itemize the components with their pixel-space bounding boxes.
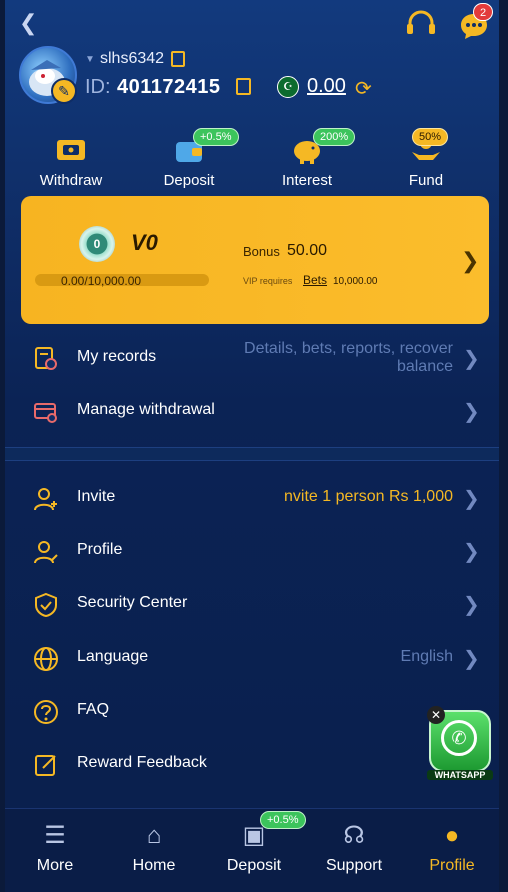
nav-label: Deposit — [226, 857, 282, 874]
nav-label: More — [36, 857, 74, 874]
nav-more[interactable]: ☰ More — [5, 821, 105, 875]
vip-level: V0 — [131, 230, 158, 255]
shield-check-icon — [35, 592, 57, 618]
vip-bets-amount: 10,000.00 — [333, 276, 378, 287]
username: slhs6342 — [100, 50, 165, 67]
vip-medal-icon: 0 — [79, 226, 115, 262]
row-label: My records — [77, 348, 157, 365]
app-frame: ❮ 2 ✎ ▼ slhs6342 ID: 401172415 ☪ 0.00 ⟳ … — [5, 0, 499, 892]
chevron-right-icon: ❯ — [463, 488, 480, 510]
pk-flag-icon: ☪ — [277, 76, 299, 98]
fund-label: Fund — [408, 172, 444, 189]
row-label: Manage withdrawal — [77, 401, 215, 418]
bonus-value: 50.00 — [287, 242, 328, 259]
interest-button[interactable]: Interest 200% — [257, 128, 357, 189]
row-label: Invite — [77, 488, 116, 505]
refresh-icon[interactable]: ⟳ — [355, 76, 372, 101]
bottom-nav: ☰ More ⌂ Home ▣ Deposit +0.5% ☊ Support … — [5, 808, 499, 892]
vip-progress-text: 0.00/10,000.00 — [61, 274, 142, 288]
whatsapp-button[interactable]: ✆ ✕ WHATSAPP — [427, 706, 493, 786]
question-icon — [34, 700, 58, 724]
nav-profile[interactable]: ● Profile — [402, 821, 499, 875]
row-label: FAQ — [77, 701, 110, 718]
chevron-right-icon: ❯ — [463, 541, 480, 563]
headset-icon: ☊ — [343, 822, 365, 849]
copy-id-icon[interactable] — [236, 78, 251, 95]
chevron-right-icon: ❯ — [461, 248, 480, 273]
bonus-label: Bonus — [243, 244, 280, 259]
deposit-button[interactable]: Deposit +0.5% — [139, 128, 239, 189]
id-label: ID: — [85, 76, 111, 98]
globe-icon — [34, 647, 58, 671]
interest-label: Interest — [281, 172, 333, 189]
ticket-icon — [21, 132, 121, 170]
balance[interactable]: 0.00 — [307, 75, 346, 98]
reward-feedback-row[interactable]: Reward Feedback — [5, 738, 499, 790]
nav-home[interactable]: ⌂ Home — [104, 821, 204, 875]
fund-badge: 50% — [412, 128, 449, 146]
vip-bets-link[interactable]: Bets — [303, 273, 327, 287]
menu-icon: ☰ — [44, 822, 66, 849]
chevron-right-icon: ❯ — [463, 648, 480, 670]
copy-username-icon[interactable] — [171, 51, 185, 67]
vip-card[interactable]: 0 V0 0.00/10,000.00 Bonus 50.00 VIP requ… — [21, 196, 489, 324]
deposit-label: Deposit — [163, 172, 215, 189]
user-id: 401172415 — [117, 76, 221, 98]
security-center-row[interactable]: Security Center ❯ — [5, 578, 499, 630]
headset-icon[interactable] — [405, 10, 437, 38]
withdraw-button[interactable]: Withdraw — [21, 132, 121, 189]
row-label: Profile — [77, 541, 123, 558]
invite-user-icon — [34, 488, 57, 511]
section-divider — [5, 447, 499, 461]
invite-row[interactable]: Invite nvite 1 person Rs 1,000 ❯ — [5, 472, 499, 524]
language-value: English — [400, 648, 453, 665]
language-row[interactable]: Language English ❯ — [5, 632, 499, 684]
row-label: Language — [77, 648, 149, 665]
deposit-bonus-badge: +0.5% — [260, 811, 306, 829]
feedback-edit-icon — [35, 755, 56, 776]
nav-support[interactable]: ☊ Support — [304, 821, 404, 875]
deposit-bonus-badge: +0.5% — [193, 128, 239, 146]
back-icon[interactable]: ❮ — [19, 10, 37, 36]
whatsapp-icon: ✆ — [441, 720, 477, 756]
chevron-right-icon: ❯ — [463, 348, 480, 370]
user-edit-icon — [34, 541, 58, 564]
profile-row[interactable]: Profile ❯ — [5, 525, 499, 577]
whatsapp-label: WHATSAPP — [427, 770, 493, 780]
faq-row[interactable]: FAQ — [5, 685, 499, 737]
vip-requires-label: VIP requires — [243, 276, 293, 286]
interest-badge: 200% — [313, 128, 356, 146]
manage-withdrawal-row[interactable]: Manage withdrawal ❯ — [5, 385, 499, 437]
row-label: Security Center — [77, 594, 188, 611]
fund-button[interactable]: Fund 50% — [376, 128, 476, 189]
card-settings-icon — [34, 403, 57, 423]
home-icon: ⌂ — [146, 822, 162, 849]
caret-down-icon[interactable]: ▼ — [85, 54, 95, 65]
user-icon: ● — [444, 822, 460, 849]
chat-badge: 2 — [473, 3, 493, 21]
my-records-row[interactable]: My records Details, bets, reports, recov… — [5, 332, 499, 384]
withdraw-label: Withdraw — [39, 172, 103, 189]
nav-deposit[interactable]: ▣ Deposit +0.5% — [204, 811, 306, 875]
row-value: Details, bets, reports, recover balance — [244, 340, 453, 375]
nav-label: Support — [325, 857, 383, 874]
nav-label: Home — [132, 857, 176, 874]
invite-reward-text: nvite 1 person Rs 1,000 — [284, 488, 453, 505]
nav-label: Profile — [429, 857, 475, 874]
row-label: Reward Feedback — [77, 754, 207, 771]
chevron-right-icon: ❯ — [463, 594, 480, 616]
close-icon[interactable]: ✕ — [427, 706, 445, 724]
chevron-right-icon: ❯ — [463, 401, 480, 423]
records-icon — [35, 347, 57, 370]
avatar-edit-icon[interactable]: ✎ — [51, 78, 77, 104]
